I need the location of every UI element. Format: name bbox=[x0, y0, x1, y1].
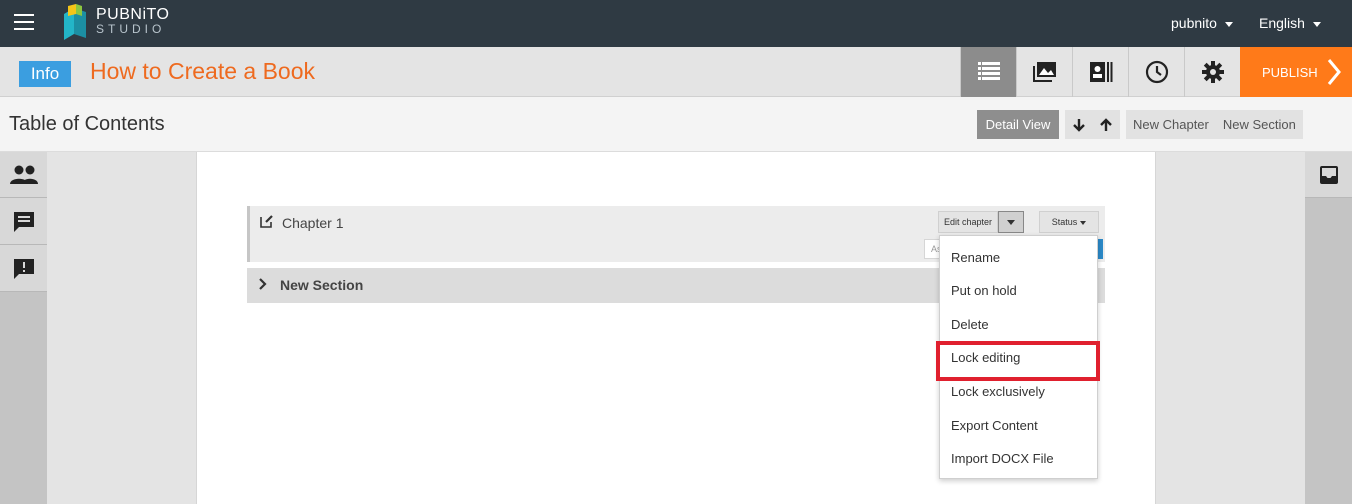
menu-item-lock-exclusively[interactable]: Lock exclusively bbox=[940, 377, 1097, 407]
images-icon bbox=[1032, 62, 1056, 82]
inbox-button[interactable] bbox=[1305, 152, 1352, 198]
move-down-button[interactable] bbox=[1065, 110, 1092, 139]
pubnito-logo-icon bbox=[64, 4, 86, 40]
menu-item-import-docx[interactable]: Import DOCX File bbox=[940, 444, 1097, 474]
left-sidebar bbox=[0, 152, 47, 504]
move-up-button[interactable] bbox=[1092, 110, 1119, 139]
toc-list-button[interactable] bbox=[960, 47, 1016, 97]
menu-item-rename[interactable]: Rename bbox=[940, 243, 1097, 273]
user-dropdown[interactable]: pubnito bbox=[1171, 15, 1233, 31]
chevron-down-icon bbox=[1080, 220, 1087, 225]
menu-item-delete[interactable]: Delete bbox=[940, 310, 1097, 340]
language-dropdown[interactable]: English bbox=[1259, 15, 1321, 31]
menu-item-lock-editing[interactable]: Lock editing bbox=[940, 343, 1097, 373]
book-title: How to Create a Book bbox=[90, 58, 316, 84]
new-item-buttons: New Chapter New Section bbox=[1126, 110, 1303, 139]
history-button[interactable] bbox=[1128, 47, 1184, 97]
detail-view-button[interactable]: Detail View bbox=[977, 110, 1059, 139]
chevron-down-icon bbox=[1312, 21, 1321, 27]
chevron-down-icon bbox=[1007, 219, 1015, 225]
chevron-right-icon[interactable] bbox=[259, 278, 267, 290]
chevron-right-icon bbox=[1327, 59, 1341, 85]
people-icon bbox=[9, 165, 38, 184]
chevron-down-icon bbox=[1224, 21, 1233, 27]
publish-button[interactable]: PUBLISH bbox=[1240, 47, 1352, 97]
feedback-button[interactable] bbox=[0, 246, 47, 292]
alert-comment-icon bbox=[13, 258, 34, 279]
edit-icon[interactable] bbox=[260, 214, 274, 228]
section-title: New Section bbox=[280, 277, 364, 293]
new-chapter-button[interactable]: New Chapter bbox=[1126, 110, 1216, 139]
status-dropdown[interactable]: Status bbox=[1039, 211, 1099, 233]
info-button[interactable]: Info bbox=[19, 61, 71, 87]
edit-chapter-button[interactable]: Edit chapter bbox=[938, 211, 998, 233]
chapter-title: Chapter 1 bbox=[282, 215, 344, 231]
comment-icon bbox=[13, 211, 34, 232]
edit-chapter-menu: Rename Put on hold Delete Lock editing L… bbox=[939, 235, 1098, 479]
settings-button[interactable] bbox=[1184, 47, 1240, 97]
app-logo-text: PUBNiTO STUDIO bbox=[96, 6, 170, 36]
menu-item-export-content[interactable]: Export Content bbox=[940, 411, 1097, 441]
media-gallery-button[interactable] bbox=[1016, 47, 1072, 97]
right-sidebar bbox=[1305, 152, 1352, 504]
comments-button[interactable] bbox=[0, 199, 47, 245]
move-buttons bbox=[1065, 110, 1120, 139]
edit-chapter-dropdown-toggle[interactable] bbox=[998, 211, 1024, 233]
book-title-bar: Info How to Create a Book PUBLISH bbox=[0, 47, 1352, 97]
menu-item-put-on-hold[interactable]: Put on hold bbox=[940, 276, 1097, 306]
gear-icon bbox=[1201, 61, 1224, 83]
toc-subheader: Table of Contents Detail View New Chapte… bbox=[0, 97, 1352, 152]
arrow-up-icon bbox=[1099, 117, 1112, 131]
collaborators-button[interactable] bbox=[0, 152, 47, 198]
clock-icon bbox=[1145, 60, 1168, 84]
list-icon bbox=[977, 62, 1000, 80]
hamburger-menu-icon[interactable] bbox=[14, 14, 34, 30]
left-sidebar-buttons bbox=[0, 152, 47, 292]
inbox-icon bbox=[1319, 165, 1338, 184]
book-card-icon bbox=[1089, 62, 1112, 82]
arrow-down-icon bbox=[1072, 118, 1085, 132]
library-button[interactable] bbox=[1072, 47, 1128, 97]
top-navbar: PUBNiTO STUDIO pubnito English bbox=[0, 0, 1352, 47]
page-title: Table of Contents bbox=[9, 113, 165, 135]
new-section-button[interactable]: New Section bbox=[1216, 110, 1303, 139]
